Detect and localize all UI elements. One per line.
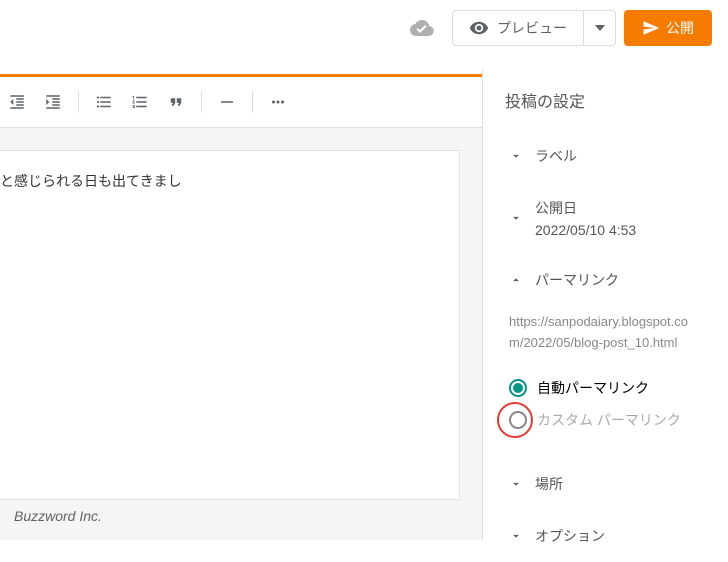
preview-label: プレビュー (497, 18, 567, 38)
published-section[interactable]: 公開日 2022/05/10 4:53 (505, 182, 706, 254)
quote-icon (167, 93, 185, 111)
permalink-title: パーマリンク (535, 270, 619, 290)
permalink-url: https://sanpodaiary.blogspot.com/2022/05… (505, 306, 706, 372)
chevron-down-icon (595, 25, 605, 31)
published-title: 公開日 (535, 198, 636, 218)
chevron-down-icon (509, 477, 523, 491)
outdent-icon (8, 93, 26, 111)
topbar: プレビュー 公開 (0, 0, 728, 70)
cloud-saved-icon (408, 14, 436, 42)
chevron-down-icon (509, 211, 523, 225)
indent-icon (44, 93, 62, 111)
footer-copyright: Buzzword Inc. (14, 508, 102, 524)
editor-column: と感じられる日も出てきまし Buzzword Inc. (0, 70, 483, 540)
published-datetime: 2022/05/10 4:53 (535, 222, 636, 238)
send-icon (642, 19, 660, 37)
title-divider (0, 70, 482, 77)
content-wrap: と感じられる日も出てきまし Buzzword Inc. (0, 128, 482, 540)
bullet-list-icon (95, 93, 113, 111)
horizontal-rule-button[interactable] (212, 87, 242, 117)
numbered-list-icon (131, 93, 149, 111)
toolbar-separator (78, 91, 79, 113)
permalink-custom-radio[interactable]: カスタム パーマリンク (505, 404, 706, 436)
radio-selected-icon (509, 379, 527, 397)
horizontal-rule-icon (218, 93, 236, 111)
bullet-list-button[interactable] (89, 87, 119, 117)
preview-button[interactable]: プレビュー (453, 11, 583, 45)
permalink-auto-radio[interactable]: 自動パーマリンク (505, 372, 706, 404)
settings-sidebar: 投稿の設定 ラベル 公開日 2022/05/10 4:53 パーマリンク htt… (483, 70, 728, 540)
content-editor[interactable]: と感じられる日も出てきまし (0, 150, 460, 500)
labels-section[interactable]: ラベル (505, 130, 706, 182)
toolbar-separator (252, 91, 253, 113)
quote-button[interactable] (161, 87, 191, 117)
radio-unselected-icon (509, 411, 527, 429)
more-button[interactable] (263, 87, 293, 117)
main-area: と感じられる日も出てきまし Buzzword Inc. 投稿の設定 ラベル 公開… (0, 70, 728, 540)
permalink-custom-label: カスタム パーマリンク (537, 410, 681, 430)
options-title: オプション (535, 526, 605, 546)
labels-title: ラベル (535, 146, 577, 166)
content-text: と感じられる日も出てきまし (0, 173, 182, 189)
chevron-down-icon (509, 529, 523, 543)
options-section[interactable]: オプション (505, 510, 706, 562)
outdent-button[interactable] (2, 87, 32, 117)
chevron-down-icon (509, 149, 523, 163)
permalink-auto-label: 自動パーマリンク (537, 378, 649, 398)
publish-button[interactable]: 公開 (624, 10, 712, 46)
more-icon (269, 93, 287, 111)
permalink-section[interactable]: パーマリンク (505, 254, 706, 306)
formatting-toolbar (0, 77, 482, 128)
preview-group: プレビュー (452, 10, 616, 46)
publish-label: 公開 (666, 18, 694, 38)
location-title: 場所 (535, 474, 563, 494)
indent-button[interactable] (38, 87, 68, 117)
toolbar-separator (201, 91, 202, 113)
location-section[interactable]: 場所 (505, 458, 706, 510)
numbered-list-button[interactable] (125, 87, 155, 117)
settings-title: 投稿の設定 (505, 88, 706, 112)
chevron-up-icon (509, 273, 523, 287)
eye-icon (469, 18, 489, 38)
preview-dropdown-button[interactable] (583, 11, 615, 45)
